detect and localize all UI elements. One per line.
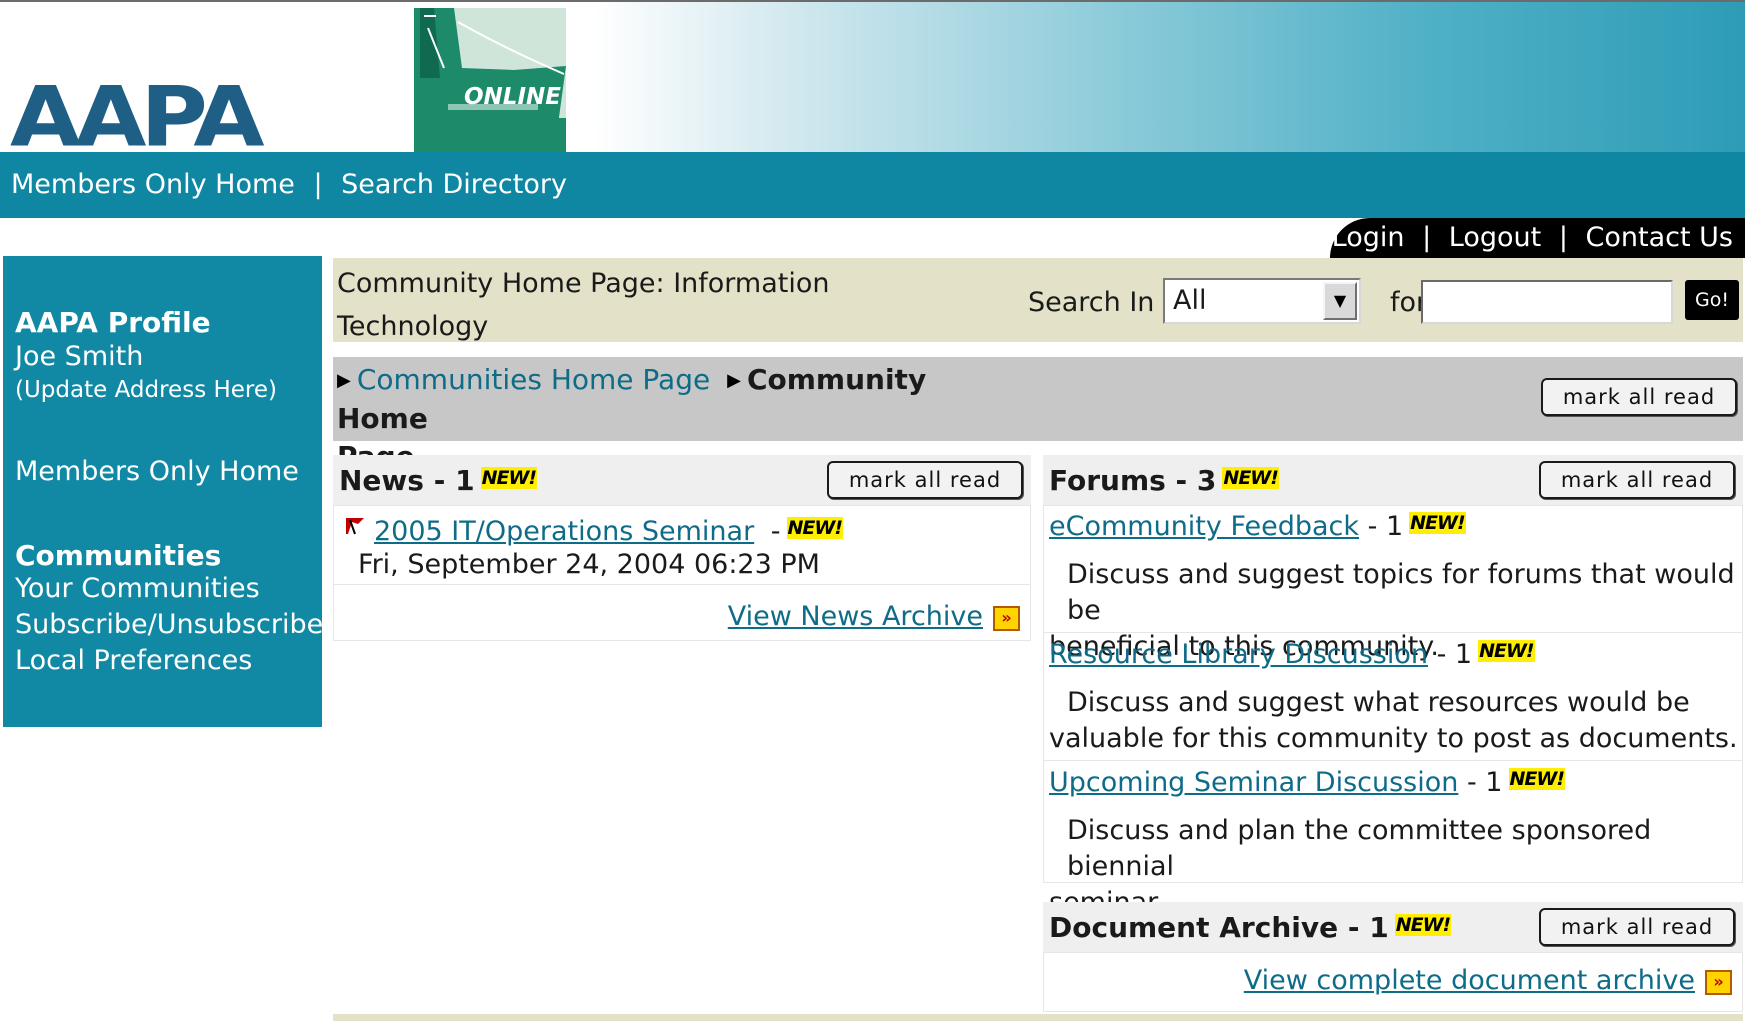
profile-heading: AAPA Profile (15, 306, 211, 339)
divider (1044, 632, 1742, 633)
documents-title-wrap: Document Archive - 1 NEW! (1049, 911, 1452, 944)
footer-strip (333, 1014, 1743, 1021)
account-links: Login | Logout | Contact Us (1330, 218, 1745, 258)
news-panel-body: 2005 IT/Operations Seminar - NEW! Fri, Se… (333, 505, 1031, 641)
breadcrumb-communities-link[interactable]: Communities Home Page (357, 363, 710, 396)
forum-count: - 1 (1436, 639, 1473, 670)
forums-panel-header: Forums - 3 NEW! mark all read (1043, 455, 1743, 505)
news-item-dash: - (770, 516, 781, 547)
forum-description-line: Discuss and suggest what resources would… (1067, 687, 1690, 718)
forum-link[interactable]: Resource Library Discussion (1049, 639, 1428, 670)
online-logo-icon (414, 8, 566, 154)
search-scope-value: All (1173, 285, 1207, 316)
nav-separator: | (313, 169, 323, 200)
go-button[interactable]: Go! (1685, 280, 1739, 320)
news-archive-row: View News Archive » (728, 601, 1020, 632)
forum-description-line: valuable for this community to post as d… (1049, 723, 1738, 754)
site-header: AAPA ONLINE (0, 0, 1745, 158)
sidebar-members-home[interactable]: Members Only Home (15, 454, 299, 490)
divider (334, 584, 1030, 585)
new-badge: NEW! (1508, 768, 1566, 790)
forum-item: Resource Library Discussion - 1 NEW! (1049, 639, 1535, 670)
triangle-right-icon: ▶ (337, 370, 351, 391)
account-separator: | (1422, 222, 1432, 253)
new-badge: NEW! (480, 467, 538, 489)
forum-description-line: Discuss and suggest topics for forums th… (1067, 559, 1735, 626)
red-flag-icon (346, 518, 364, 535)
nav-search-directory[interactable]: Search Directory (341, 169, 567, 200)
update-address-link[interactable]: (Update Address Here) (15, 377, 277, 403)
documents-archive-row: View complete document archive » (1244, 965, 1732, 996)
news-item: 2005 IT/Operations Seminar - NEW! (344, 516, 844, 547)
double-arrow-icon[interactable]: » (993, 606, 1020, 631)
double-arrow-icon[interactable]: » (1705, 970, 1732, 995)
search-scope-select[interactable]: All ▼ (1163, 278, 1361, 324)
forum-link[interactable]: eCommunity Feedback (1049, 511, 1359, 542)
mark-all-read-button[interactable]: mark all read (1541, 378, 1737, 416)
account-separator: | (1558, 222, 1568, 253)
sidebar-your-communities[interactable]: Your Communities (15, 571, 260, 607)
forums-mark-all-read-button[interactable]: mark all read (1539, 461, 1735, 499)
forums-panel-body: eCommunity Feedback - 1 NEW! Discuss and … (1043, 505, 1743, 918)
triangle-right-icon: ▶ (727, 370, 741, 391)
nav-members-home[interactable]: Members Only Home (11, 169, 295, 200)
top-nav: Members Only Home | Search Directory (0, 152, 1745, 218)
community-title-bar: Community Home Page: Information Technol… (333, 258, 1743, 385)
forum-count: - 1 (1367, 511, 1404, 542)
login-link[interactable]: Login (1332, 222, 1405, 253)
communities-heading: Communities (15, 539, 222, 572)
forums-title-wrap: Forums - 3 NEW! (1049, 464, 1279, 497)
new-badge: NEW! (1478, 640, 1535, 662)
news-panel-header: News - 1 NEW! mark all read (333, 455, 1031, 505)
new-badge: NEW! (1394, 914, 1452, 936)
divider (1044, 760, 1742, 761)
new-badge: NEW! (786, 517, 844, 539)
online-label: ONLINE (464, 84, 561, 110)
documents-mark-all-read-button[interactable]: mark all read (1539, 908, 1735, 946)
forums-title: Forums - 3 (1049, 464, 1217, 497)
new-badge: NEW! (1222, 467, 1279, 489)
user-name: Joe Smith (15, 341, 144, 372)
news-item-date: Fri, September 24, 2004 06:23 PM (358, 549, 820, 580)
news-item-link[interactable]: 2005 IT/Operations Seminar (374, 516, 754, 547)
documents-panel-header: Document Archive - 1 NEW! mark all read (1043, 902, 1743, 952)
forum-description-line: Discuss and plan the committee sponsored… (1067, 815, 1652, 882)
forum-item: eCommunity Feedback - 1 NEW! (1049, 511, 1466, 542)
search-input[interactable] (1421, 280, 1673, 324)
view-document-archive-link[interactable]: View complete document archive (1244, 965, 1695, 996)
sidebar-local-preferences[interactable]: Local Preferences (15, 643, 252, 679)
documents-title: Document Archive - 1 (1049, 911, 1389, 944)
news-title: News - 1 (339, 464, 475, 497)
sidebar-subscribe[interactable]: Subscribe/Unsubscribe (15, 607, 323, 643)
contact-us-link[interactable]: Contact Us (1586, 222, 1733, 253)
documents-panel-body: View complete document archive » (1043, 952, 1743, 1012)
logout-link[interactable]: Logout (1449, 222, 1541, 253)
left-sidebar: AAPA Profile Joe Smith (Update Address H… (3, 256, 323, 727)
forum-item: Upcoming Seminar Discussion - 1 NEW! (1049, 767, 1566, 798)
forum-description: Discuss and suggest what resources would… (1049, 685, 1738, 757)
forum-link[interactable]: Upcoming Seminar Discussion (1049, 767, 1458, 798)
page-title-line1: Community Home Page: Information Technol… (337, 268, 830, 342)
news-title-wrap: News - 1 NEW! (339, 464, 538, 497)
news-mark-all-read-button[interactable]: mark all read (827, 461, 1023, 499)
breadcrumb: ▶Communities Home Page ▶Community Home P… (333, 357, 1743, 473)
view-news-archive-link[interactable]: View News Archive (728, 601, 983, 632)
chevron-down-icon[interactable]: ▼ (1323, 282, 1357, 320)
search-in-label: Search In (1028, 287, 1155, 318)
new-badge: NEW! (1409, 512, 1466, 534)
forum-count: - 1 (1466, 767, 1503, 798)
aapa-logo[interactable]: AAPA (10, 76, 265, 159)
